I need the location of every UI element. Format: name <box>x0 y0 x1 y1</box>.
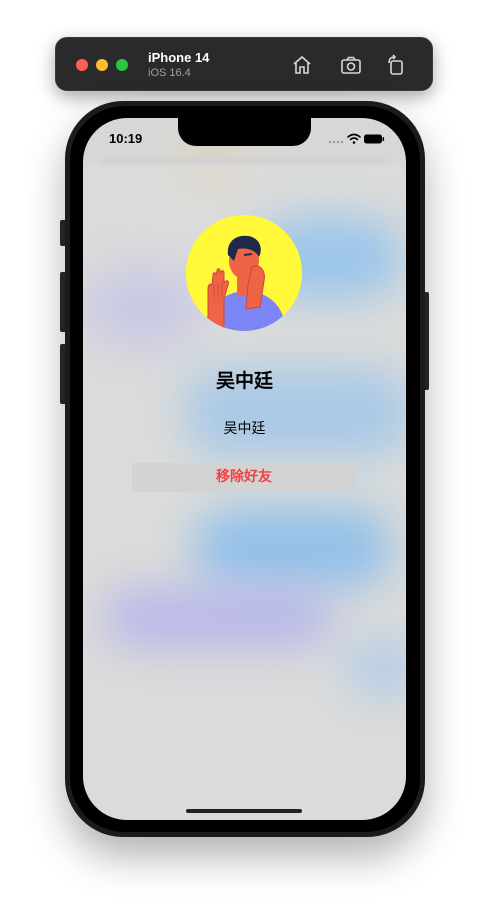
home-indicator[interactable] <box>186 809 302 813</box>
wifi-icon <box>347 133 361 144</box>
simulator-window: iPhone 14 iOS 16.4 10:19 吴中廷 吴中廷 移除好友 <box>0 0 488 913</box>
rotate-icon[interactable] <box>384 53 408 77</box>
battery-icon <box>364 134 385 144</box>
os-version: iOS 16.4 <box>148 67 191 79</box>
status-icons <box>326 131 386 145</box>
signal-dots-icon <box>328 140 344 144</box>
simulator-toolbar: iPhone 14 iOS 16.4 <box>55 37 433 91</box>
zoom-window-button[interactable] <box>116 59 128 71</box>
profile-remark: 吴中廷 <box>223 421 266 437</box>
close-window-button[interactable] <box>76 59 88 71</box>
notch <box>178 118 311 146</box>
remove-friend-button[interactable]: 移除好友 <box>132 463 356 492</box>
minimize-window-button[interactable] <box>96 59 108 71</box>
avatar <box>186 215 302 331</box>
device-name: iPhone 14 <box>148 50 210 65</box>
home-icon[interactable] <box>290 53 314 77</box>
status-time: 10:19 <box>109 131 143 146</box>
phone-screen: 10:19 吴中廷 吴中廷 移除好友 <box>83 118 406 820</box>
screenshot-icon[interactable] <box>339 53 363 77</box>
profile-name: 吴中廷 <box>215 370 273 392</box>
